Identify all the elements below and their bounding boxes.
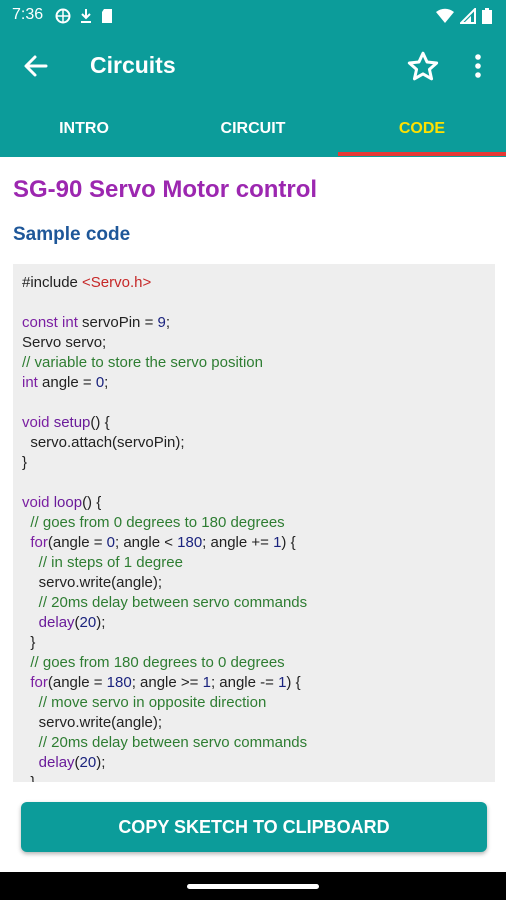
star-outline-icon[interactable] [405,49,441,85]
sd-card-icon [101,8,113,29]
page-title: Circuits [90,52,176,78]
copy-sketch-button[interactable]: COPY SKETCH TO CLIPBOARD [21,802,487,852]
home-gesture-handle[interactable] [187,884,319,889]
battery-icon [482,8,492,29]
tab-circuit[interactable]: CIRCUIT [169,100,337,157]
tab-indicator [338,152,506,156]
tab-code[interactable]: CODE [338,100,506,157]
vpn-icon [55,8,71,29]
content-subtitle: Sample code [13,224,131,245]
signal-icon [458,6,476,29]
tab-intro[interactable]: INTRO [0,100,168,157]
status-bar: 7:36 [0,0,506,32]
arrow-back-icon[interactable] [22,52,50,80]
app-bar: Circuits [0,32,506,100]
code-block[interactable]: #include <Servo.h> const int servoPin = … [13,264,495,782]
tab-bar: INTRO CIRCUIT CODE [0,100,506,157]
more-vert-icon[interactable] [468,50,488,82]
wifi-icon [436,8,454,29]
download-icon [80,8,92,29]
navigation-bar [0,872,506,900]
code-text: #include <Servo.h> const int servoPin = … [22,274,308,782]
content-title: SG-90 Servo Motor control [13,176,318,203]
status-time: 7:36 [12,6,44,23]
